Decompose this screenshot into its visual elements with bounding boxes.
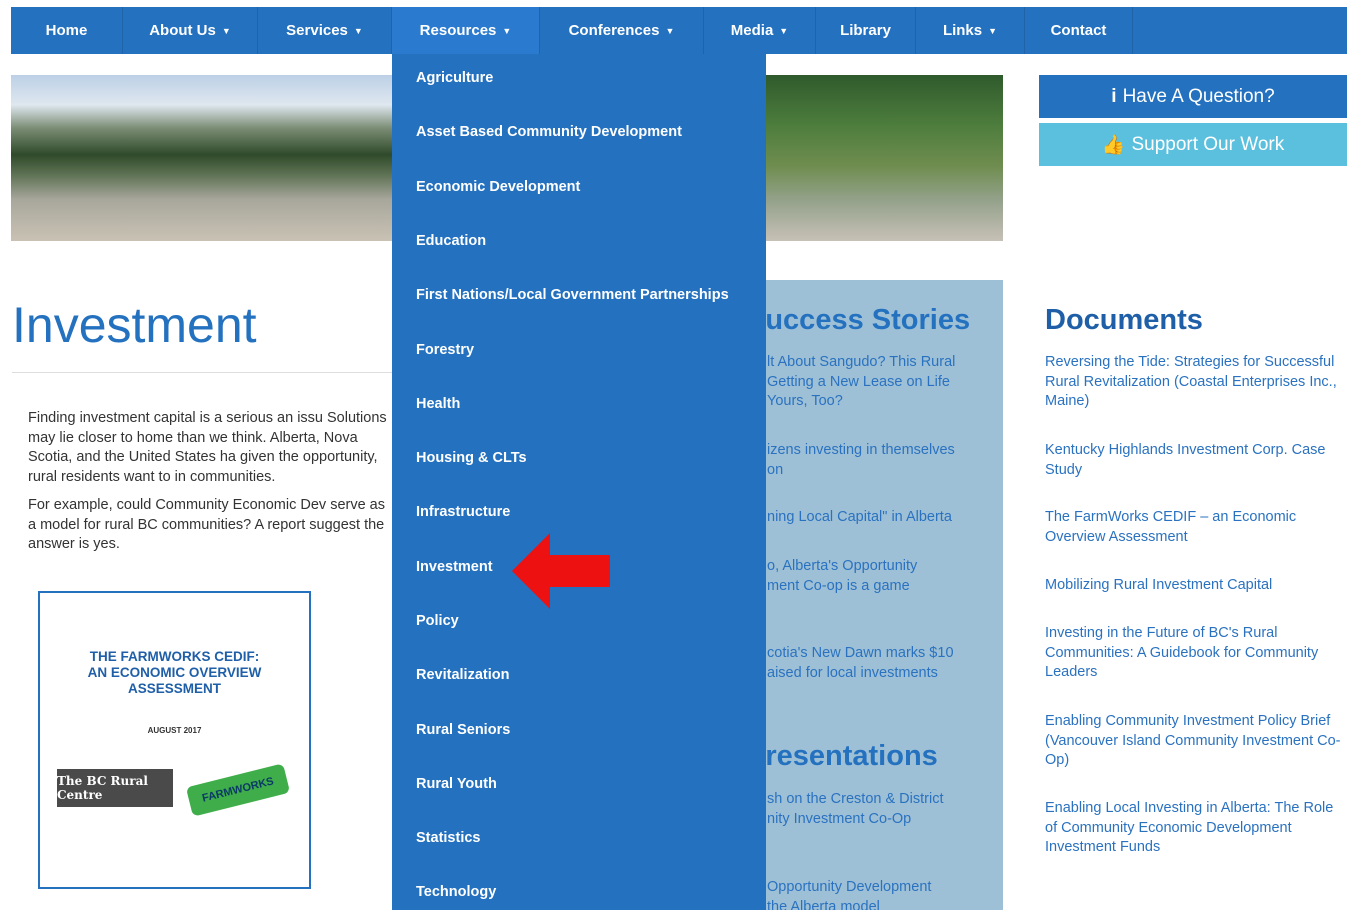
dropdown-item-first-nations[interactable]: First Nations/Local Government Partnersh… [416, 284, 729, 306]
hero-image-mountains [11, 75, 392, 241]
story-link-line: cotia's New Dawn marks $10 [767, 645, 954, 661]
dropdown-item-policy[interactable]: Policy [416, 610, 459, 632]
story-link-line: ment Co-op is a game [767, 577, 910, 594]
intro-paragraph: Finding investment capital is a serious … [28, 410, 387, 485]
nav-library-label: Library [840, 22, 891, 39]
dropdown-item-education[interactable]: Education [416, 230, 486, 252]
document-link[interactable]: The FarmWorks CEDIF – an Economic Overvi… [1045, 508, 1345, 547]
nav-library[interactable]: Library [816, 7, 916, 54]
success-stories-heading: Success Stories [766, 304, 971, 336]
story-link[interactable]: cotia's New Dawn marks $10 aised for loc… [767, 644, 1003, 683]
nav-contact-label: Contact [1050, 22, 1107, 39]
dropdown-item-agriculture[interactable]: Agriculture [416, 67, 493, 89]
farmworks-logo: FARMWORKS [185, 763, 291, 817]
support-our-work-label: Support Our Work [1131, 133, 1285, 155]
dropdown-item-rural-seniors[interactable]: Rural Seniors [416, 719, 510, 741]
support-our-work-button[interactable]: 👍 Support Our Work [1039, 123, 1347, 166]
success-stories-panel: Success Stories lt About Sangudo? This R… [766, 280, 1003, 910]
story-link[interactable]: izens investing in themselves on [767, 441, 1003, 480]
chevron-down-icon: ▼ [988, 25, 998, 36]
dropdown-item-revitalization[interactable]: Revitalization [416, 664, 509, 686]
report-cover-title-line: THE FARMWORKS CEDIF: [89, 649, 260, 664]
dropdown-item-statistics[interactable]: Statistics [416, 827, 480, 849]
chevron-down-icon: ▼ [665, 25, 675, 36]
dropdown-item-infrastructure[interactable]: Infrastructure [416, 501, 510, 523]
main-navbar: Home About Us ▼ Services ▼ Resources ▼ C… [11, 7, 1347, 54]
nav-about-us-label: About Us [149, 22, 216, 39]
dropdown-item-technology[interactable]: Technology [416, 881, 496, 903]
report-cover-title-line: AN ECONOMIC OVERVIEW [87, 665, 262, 680]
document-link[interactable]: Enabling Community Investment Policy Bri… [1045, 712, 1345, 771]
nav-about-us[interactable]: About Us ▼ [123, 7, 258, 54]
have-a-question-button[interactable]: i Have A Question? [1039, 75, 1347, 118]
nav-contact[interactable]: Contact [1025, 7, 1133, 54]
nav-services-label: Services [286, 22, 348, 39]
title-divider [12, 372, 392, 373]
red-arrow-pointer-icon [512, 533, 610, 609]
story-link[interactable]: o, Alberta's Opportunity ment Co-op is a… [767, 557, 1003, 596]
document-link[interactable]: Kentucky Highlands Investment Corp. Case… [1045, 441, 1345, 480]
report-cover-date: AUGUST 2017 [147, 726, 202, 735]
nav-conferences-label: Conferences [568, 22, 660, 39]
story-link[interactable]: lt About Sangudo? This Rural Getting a N… [767, 353, 1003, 412]
story-link-line: ning Local Capital" in Alberta [767, 509, 952, 525]
nav-links-label: Links [942, 22, 983, 39]
nav-resources[interactable]: Resources ▼ [392, 7, 540, 54]
dropdown-item-investment[interactable]: Investment [416, 556, 493, 578]
nav-home[interactable]: Home [11, 7, 123, 54]
thumbs-up-icon: 👍 [1101, 134, 1126, 156]
dropdown-item-health[interactable]: Health [416, 393, 460, 415]
story-link-line: izens investing in themselves [767, 442, 955, 458]
report-cover-title: THE FARMWORKS CEDIF: AN ECONOMIC OVERVIE… [40, 649, 309, 697]
chevron-down-icon: ▼ [779, 25, 789, 36]
nav-conferences[interactable]: Conferences ▼ [540, 7, 704, 54]
presentation-link-line: the Alberta model [767, 898, 880, 910]
report-cover-image[interactable]: THE FARMWORKS CEDIF: AN ECONOMIC OVERVIE… [38, 591, 311, 889]
nav-media-label: Media [730, 22, 774, 39]
documents-heading: Documents [1045, 304, 1203, 336]
presentation-link-line: nity Investment Co-Op [767, 810, 912, 827]
story-link-line: o, Alberta's Opportunity [767, 558, 918, 574]
document-link[interactable]: Mobilizing Rural Investment Capital [1045, 576, 1345, 596]
story-link-line: aised for local investments [767, 664, 938, 681]
intro-text: Finding investment capital is a serious … [28, 409, 392, 564]
story-link-line: Getting a New Lease on Life [767, 373, 950, 390]
dropdown-item-asset-based-community-development[interactable]: Asset Based Community Development [416, 121, 682, 143]
presentations-heading: Presentations [766, 740, 938, 772]
chevron-down-icon: ▼ [353, 25, 363, 36]
document-link[interactable]: Enabling Local Investing in Alberta: The… [1045, 799, 1345, 858]
dropdown-item-rural-youth[interactable]: Rural Youth [416, 773, 497, 795]
page-title: Investment [12, 297, 257, 353]
story-link-line: on [767, 461, 784, 478]
info-icon: i [1111, 85, 1117, 107]
document-link[interactable]: Investing in the Future of BC's Rural Co… [1045, 624, 1345, 683]
dropdown-item-forestry[interactable]: Forestry [416, 339, 474, 361]
story-link-line: lt About Sangudo? This Rural [767, 354, 956, 370]
intro-paragraph: For example, could Community Economic De… [28, 497, 385, 552]
nav-home-label: Home [45, 22, 88, 39]
report-cover-title-line: ASSESSMENT [127, 681, 222, 696]
presentation-link-line: Opportunity Development [767, 879, 932, 895]
bc-rural-centre-logo: The BC Rural Centre [57, 769, 173, 807]
nav-media[interactable]: Media ▼ [704, 7, 816, 54]
presentation-link[interactable]: sh on the Creston & District nity Invest… [767, 790, 1003, 829]
story-link-line: Yours, Too? [767, 393, 843, 409]
nav-links[interactable]: Links ▼ [916, 7, 1025, 54]
presentation-link[interactable]: Opportunity Development the Alberta mode… [767, 878, 1003, 910]
document-link[interactable]: Reversing the Tide: Strategies for Succe… [1045, 353, 1345, 412]
resources-dropdown-menu: Agriculture Asset Based Community Develo… [392, 54, 766, 910]
nav-services[interactable]: Services ▼ [258, 7, 392, 54]
dropdown-item-economic-development[interactable]: Economic Development [416, 176, 580, 198]
have-a-question-label: Have A Question? [1122, 85, 1275, 107]
chevron-down-icon: ▼ [502, 25, 512, 36]
story-link[interactable]: ning Local Capital" in Alberta [767, 508, 1003, 528]
presentation-link-line: sh on the Creston & District [767, 791, 944, 807]
chevron-down-icon: ▼ [221, 25, 231, 36]
nav-resources-label: Resources [419, 22, 497, 39]
dropdown-item-housing[interactable]: Housing & CLTs [416, 447, 527, 469]
hero-image-forest [766, 75, 1003, 241]
